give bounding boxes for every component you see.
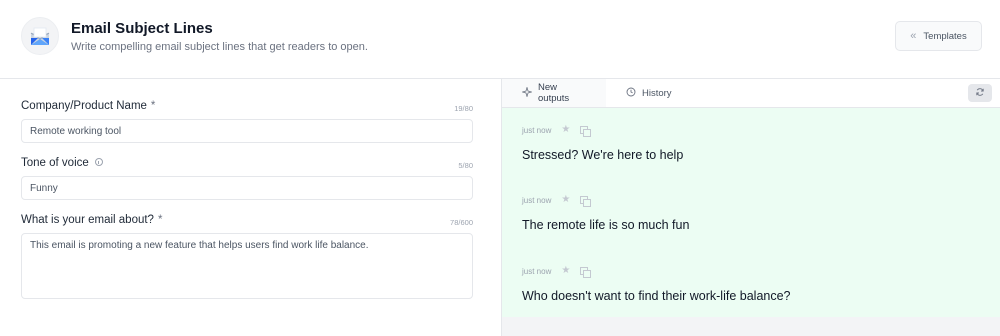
star-icon[interactable]: ★ bbox=[561, 125, 570, 135]
input-form: Company/Product Name * 19/80 Remote worki… bbox=[0, 79, 501, 336]
required-marker: * bbox=[157, 214, 163, 226]
info-icon[interactable] bbox=[94, 158, 103, 166]
refresh-icon bbox=[975, 84, 985, 102]
copy-icon[interactable] bbox=[580, 195, 592, 207]
page-title: Email Subject Lines bbox=[71, 20, 213, 37]
output-meta: just now ★ bbox=[522, 266, 592, 278]
output-meta: just now ★ bbox=[522, 125, 592, 137]
envelope-icon bbox=[21, 17, 59, 55]
output-meta: just now ★ bbox=[522, 195, 592, 207]
star-icon[interactable]: ★ bbox=[561, 195, 570, 205]
output-text[interactable]: Who doesn't want to find their work-life… bbox=[522, 289, 791, 303]
output-timestamp: just now bbox=[522, 195, 552, 205]
output-timestamp: just now bbox=[522, 125, 552, 135]
tone-of-voice-label: Tone of voice bbox=[21, 157, 103, 169]
required-marker: * bbox=[150, 100, 156, 112]
email-about-label-text: What is your email about? bbox=[21, 214, 154, 226]
templates-button-label: Templates bbox=[923, 30, 967, 42]
templates-button[interactable]: « Templates bbox=[895, 21, 982, 51]
copy-icon[interactable] bbox=[580, 266, 592, 278]
tab-history[interactable]: History bbox=[606, 79, 692, 107]
copy-icon[interactable] bbox=[580, 125, 592, 137]
sparkle-icon bbox=[521, 85, 533, 100]
clock-icon bbox=[626, 87, 636, 100]
output-text[interactable]: Stressed? We're here to help bbox=[522, 148, 683, 162]
email-about-label: What is your email about? * bbox=[21, 214, 162, 226]
output-item: just now ★ The remote life is so much fu… bbox=[502, 178, 1000, 248]
company-name-counter: 19/80 bbox=[454, 104, 473, 113]
company-name-label: Company/Product Name * bbox=[21, 100, 155, 112]
email-about-counter: 78/600 bbox=[450, 218, 473, 227]
company-name-label-text: Company/Product Name bbox=[21, 100, 147, 112]
app-header: Email Subject Lines Write compelling ema… bbox=[0, 0, 1000, 79]
tone-of-voice-input[interactable]: Funny bbox=[21, 176, 473, 200]
output-timestamp: just now bbox=[522, 266, 552, 276]
output-item: just now ★ Stressed? We're here to help bbox=[502, 108, 1000, 178]
page-subtitle: Write compelling email subject lines tha… bbox=[71, 41, 368, 53]
output-panel: New outputs History just now ★ Stressed?… bbox=[501, 79, 1000, 336]
email-about-textarea[interactable]: This email is promoting a new feature th… bbox=[21, 233, 473, 299]
output-item: just now ★ Who doesn't want to find thei… bbox=[502, 249, 1000, 319]
star-icon[interactable]: ★ bbox=[561, 266, 570, 276]
tone-of-voice-label-text: Tone of voice bbox=[21, 157, 89, 169]
tab-history-label: History bbox=[642, 87, 672, 99]
company-name-input[interactable]: Remote working tool bbox=[21, 119, 473, 143]
chevrons-left-icon: « bbox=[910, 29, 917, 42]
outputs-list: just now ★ Stressed? We're here to help … bbox=[502, 108, 1000, 317]
tab-new-outputs-label: New outputs bbox=[538, 82, 570, 104]
output-text[interactable]: The remote life is so much fun bbox=[522, 218, 689, 232]
output-tabs: New outputs History bbox=[502, 79, 1000, 108]
tone-of-voice-counter: 5/80 bbox=[458, 161, 473, 170]
refresh-button[interactable] bbox=[968, 84, 992, 102]
tab-new-outputs[interactable]: New outputs bbox=[502, 79, 606, 107]
